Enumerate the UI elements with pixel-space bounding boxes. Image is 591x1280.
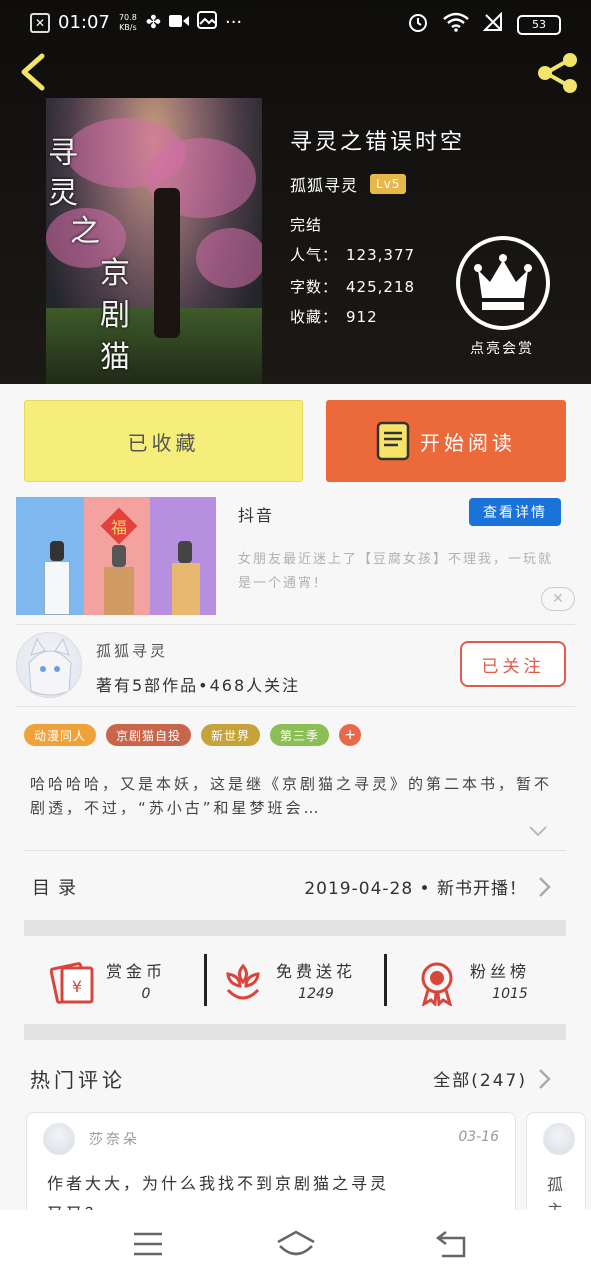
reward-crown-button[interactable]	[456, 236, 550, 330]
close-icon: ✕	[552, 591, 564, 607]
app-notification-icon: ✕	[30, 12, 50, 33]
crown-icon	[474, 254, 532, 310]
reward-value: 1249	[298, 986, 334, 1002]
start-reading-label: 开始阅读	[420, 430, 516, 455]
catalog-update: 2019-04-28 • 新书开播！	[304, 879, 527, 899]
stat-popularity: 人气： 123,377	[290, 246, 416, 264]
reward-value: 0	[141, 986, 151, 1002]
comment-card[interactable]: 莎奈朵 03-16 作者大大，为什么我找不到京剧猫之寻灵 又又？	[26, 1112, 516, 1222]
reward-value: 1015	[492, 986, 528, 1002]
more-icon: ···	[224, 12, 243, 33]
catalog-label: 目录	[32, 878, 84, 899]
expand-chevron-icon[interactable]	[528, 824, 548, 838]
ad-close-button[interactable]: ✕	[541, 587, 575, 611]
cover-char: 剧	[100, 298, 130, 333]
divider	[384, 954, 387, 1006]
ad-description: 女朋友最近迷上了【豆腐女孩】不理我，一玩就是一个通宵！	[238, 552, 554, 591]
section-band	[24, 1024, 566, 1040]
divider	[24, 850, 566, 851]
author-name[interactable]: 孤狐寻灵	[96, 640, 168, 661]
book-cover[interactable]: 寻 灵 之 京 剧 猫	[46, 98, 262, 384]
comment-card-next[interactable]: 孤 主	[526, 1112, 586, 1222]
divider	[204, 954, 207, 1006]
book-author[interactable]: 孤狐寻灵	[290, 172, 358, 196]
back-button[interactable]	[16, 52, 50, 92]
status-time: 01:07	[58, 12, 110, 33]
saved-label: 已收藏	[127, 430, 200, 455]
book-status: 完结	[290, 216, 323, 234]
book-icon	[376, 421, 410, 461]
book-header: ✕ 01:07 70.8 KB/s ✤ ··· 53 寻 灵 之 京 剧 猫 寻…	[0, 0, 591, 384]
hot-comments-title: 热门评论	[30, 1068, 126, 1092]
flower-icon	[226, 963, 260, 1000]
net-speed: 70.8 KB/s	[118, 12, 137, 32]
comment-user[interactable]: 莎奈朵	[89, 1129, 140, 1149]
chevron-right-icon	[539, 877, 551, 897]
reward-name: 赏金币	[106, 962, 167, 981]
chevron-left-icon	[21, 53, 45, 91]
gold-envelope-icon: ¥	[50, 962, 94, 1004]
all-comments-label: 全部(247)	[433, 1071, 527, 1091]
tag[interactable]: 京剧猫自投	[106, 724, 192, 746]
signal-off-icon	[482, 11, 503, 37]
section-band	[24, 920, 566, 936]
status-bar: ✕ 01:07 70.8 KB/s ✤ ··· 53	[0, 0, 591, 46]
stat-word-count: 字数： 425,218	[290, 278, 416, 296]
start-reading-button[interactable]: 开始阅读	[326, 400, 566, 482]
more-tags-button[interactable]: +	[339, 724, 362, 746]
book-title: 寻灵之错误时空	[290, 130, 466, 155]
alarm-icon	[407, 11, 429, 38]
tag[interactable]: 第三季	[270, 724, 330, 746]
stat-favorites: 收藏： 912	[290, 308, 378, 326]
reward-free-flower[interactable]: 免费送花 1249	[220, 952, 380, 1022]
level-badge: Lv5	[370, 174, 407, 194]
cover-char: 之	[70, 214, 100, 249]
cover-char: 猫	[100, 340, 130, 375]
tag[interactable]: 动漫同人	[24, 724, 97, 746]
wifi-icon	[443, 12, 469, 37]
comment-avatar[interactable]	[43, 1123, 75, 1155]
author-avatar[interactable]	[16, 632, 82, 698]
ad-title: 抖音	[238, 506, 275, 525]
share-button[interactable]	[534, 50, 580, 96]
battery-icon: 53	[517, 14, 561, 35]
cover-char: 京	[100, 256, 130, 291]
comment-date: 03-16	[458, 1129, 499, 1145]
home-icon[interactable]	[274, 1228, 318, 1260]
ad-image[interactable]: 福	[16, 497, 216, 615]
medal-icon	[421, 962, 453, 1006]
pinwheel-icon: ✤	[145, 12, 161, 33]
comment-avatar	[543, 1123, 575, 1155]
saved-button[interactable]: 已收藏	[24, 400, 303, 482]
comment-peek-text: 孤	[547, 1175, 564, 1194]
reward-name: 粉丝榜	[470, 962, 531, 981]
back-nav-icon[interactable]	[432, 1228, 472, 1260]
system-nav-bar	[0, 1210, 591, 1280]
ad-image-label: 福	[110, 517, 128, 537]
divider	[16, 706, 575, 707]
reward-gold-coin[interactable]: ¥ 赏金币 0	[50, 952, 190, 1022]
book-intro[interactable]: 哈哈哈哈，又是本妖，这是继《京剧猫之寻灵》的第二本书，暂不剧透，不过，“苏小古”…	[30, 772, 566, 820]
book-author-row[interactable]: 孤狐寻灵 Lv5	[290, 172, 407, 196]
tag[interactable]: 新世界	[201, 724, 261, 746]
menu-icon[interactable]	[128, 1228, 168, 1260]
tag-list: 动漫同人 京剧猫自投 新世界 第三季 +	[24, 724, 362, 746]
follow-button[interactable]: 已关注	[460, 641, 566, 687]
svg-text:¥: ¥	[72, 977, 82, 996]
reward-label: 点亮会赏	[470, 341, 534, 357]
author-works: 著有5部作品•468人关注	[96, 676, 301, 695]
divider	[16, 624, 575, 625]
video-icon	[168, 12, 189, 33]
image-icon	[196, 11, 217, 34]
chevron-right-icon	[539, 1069, 551, 1089]
reward-fan-ranking[interactable]: 粉丝榜 1015	[414, 952, 564, 1022]
ad-detail-button[interactable]: 查看详情	[469, 498, 561, 526]
share-icon	[538, 53, 577, 93]
cover-char: 寻	[48, 136, 78, 171]
reward-name: 免费送花	[276, 962, 357, 981]
